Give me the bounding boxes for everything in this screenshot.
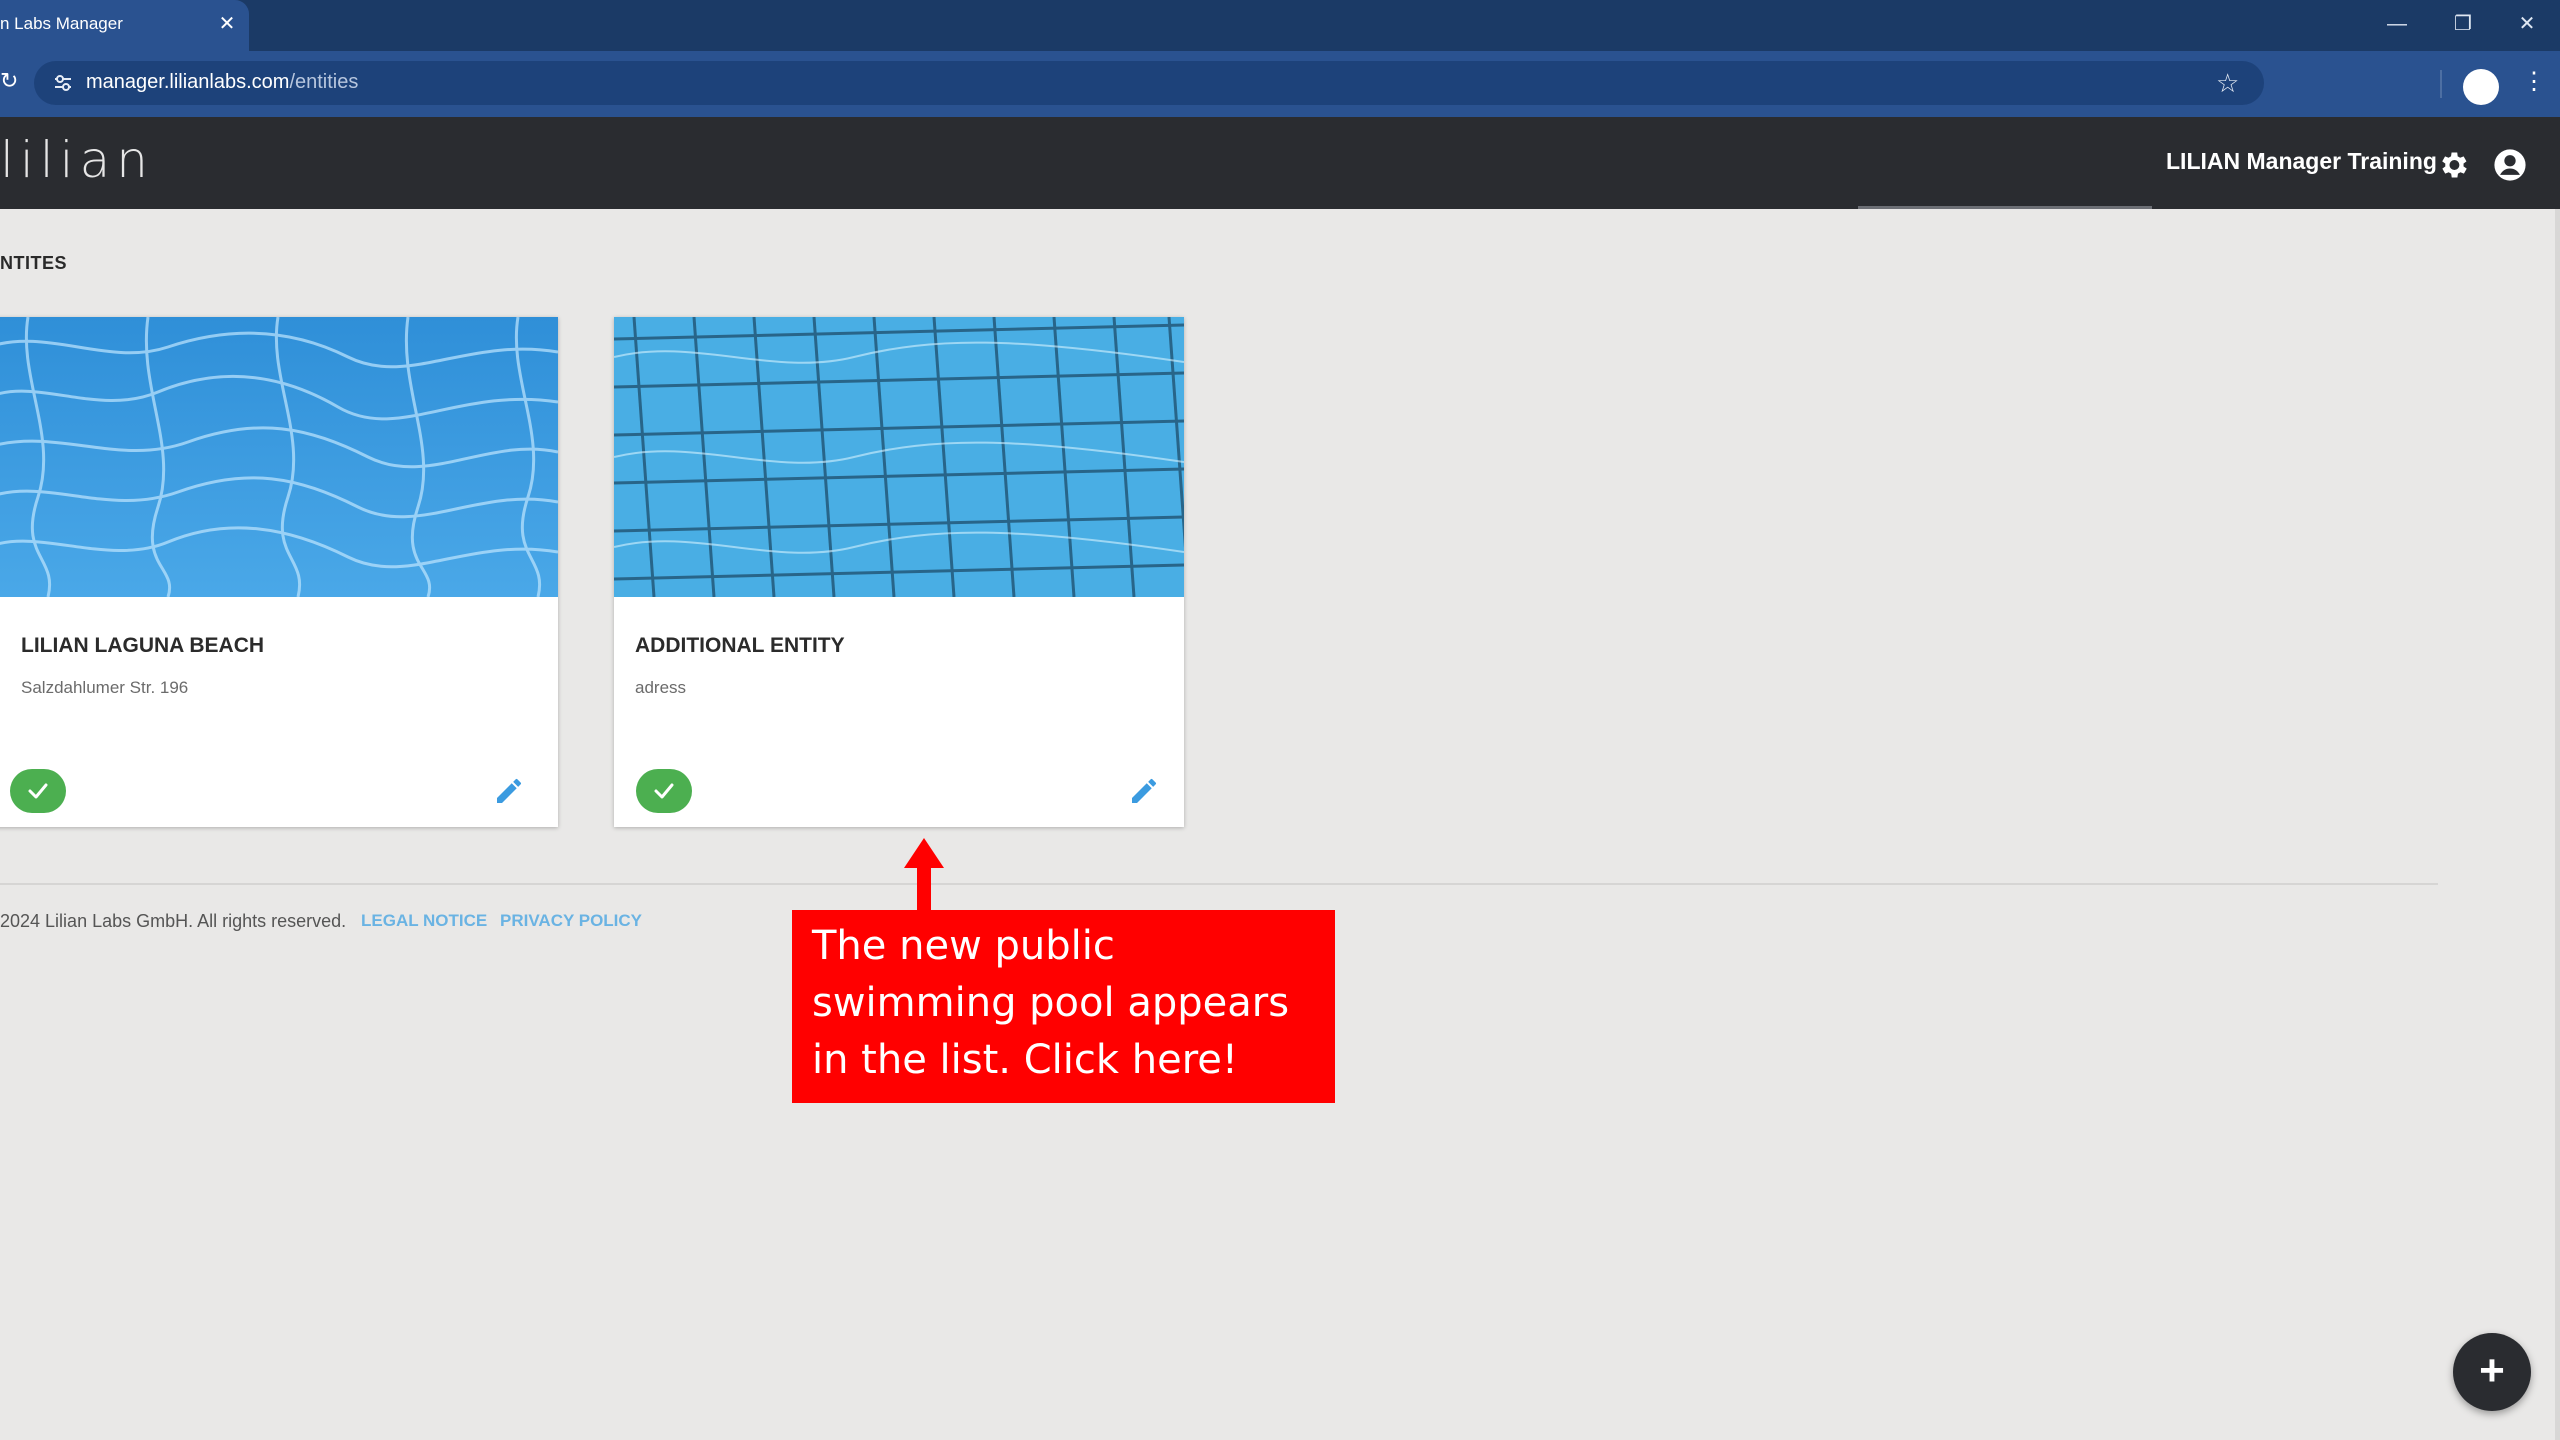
scrollbar[interactable] <box>2555 209 2560 1440</box>
lilian-logo[interactable]: lilian <box>0 131 154 189</box>
address-bar[interactable] <box>34 61 2264 105</box>
browser-tab-bar <box>0 0 2560 51</box>
profile-avatar[interactable] <box>2463 69 2499 105</box>
entity-address: Salzdahlumer Str. 196 <box>21 678 189 697</box>
entity-name: ADDITIONAL ENTITY <box>635 634 845 657</box>
gear-icon[interactable] <box>2436 148 2470 182</box>
star-icon[interactable]: ☆ <box>2216 68 2239 99</box>
callout-text: The new public swimming pool appears in … <box>812 923 1290 1083</box>
url-path: /entities <box>289 71 359 93</box>
plus-icon: + <box>2479 1346 2505 1395</box>
status-badge <box>10 769 66 813</box>
check-icon <box>28 783 48 799</box>
page-title: NTITES <box>0 253 68 273</box>
window-close-button[interactable]: ✕ <box>2504 8 2550 40</box>
tab-close-icon[interactable]: ✕ <box>216 11 238 37</box>
entity-address: adress <box>635 678 687 697</box>
browser-tab-title: n Labs Manager <box>0 14 123 33</box>
status-badge <box>636 769 692 813</box>
window-minimize-button[interactable]: — <box>2374 8 2420 40</box>
privacy-policy-link[interactable]: PRIVACY POLICY <box>500 911 642 931</box>
pencil-icon[interactable] <box>1128 775 1160 807</box>
toolbar-divider <box>2440 70 2442 98</box>
legal-notice-link[interactable]: LEGAL NOTICE <box>361 911 487 931</box>
copyright-text: 2024 Lilian Labs GmbH. All rights reserv… <box>0 911 347 931</box>
kebab-icon[interactable]: ⋮ <box>2522 70 2546 94</box>
header-active-indicator <box>1858 206 2152 209</box>
url-text[interactable]: manager.lilianlabs.com/entities <box>86 71 358 94</box>
url-host: manager.lilianlabs.com <box>86 71 290 93</box>
tutorial-callout: The new public swimming pool appears in … <box>792 910 1335 1103</box>
organization-name[interactable]: LILIAN Manager Training <box>2166 148 2437 175</box>
entity-image <box>0 317 558 597</box>
reload-icon[interactable]: ↻ <box>0 68 18 94</box>
entity-card[interactable]: LILIAN LAGUNA BEACH Salzdahlumer Str. 19… <box>0 317 558 827</box>
entity-image <box>614 317 1184 597</box>
entity-card[interactable]: ADDITIONAL ENTITY adress <box>614 317 1184 827</box>
account-icon[interactable] <box>2493 148 2527 182</box>
check-icon <box>654 783 674 799</box>
footer-divider <box>0 883 2438 885</box>
pencil-icon[interactable] <box>493 775 525 807</box>
window-restore-button[interactable]: ❐ <box>2440 8 2486 40</box>
add-entity-button[interactable]: + <box>2453 1333 2531 1411</box>
entity-name: LILIAN LAGUNA BEACH <box>21 634 265 657</box>
tune-icon[interactable] <box>52 72 74 94</box>
callout-arrow-icon <box>904 838 944 910</box>
